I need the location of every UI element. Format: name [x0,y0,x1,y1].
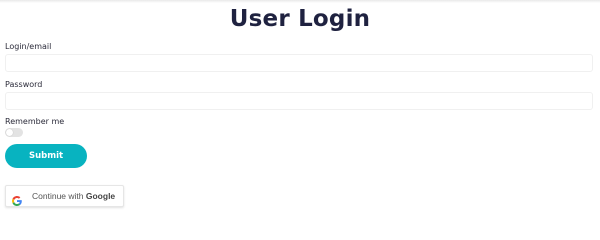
toggle-knob [6,129,13,136]
continue-with-google-button[interactable]: Continue with Google [5,185,124,207]
password-input[interactable] [5,92,593,110]
page-title: User Login [229,6,371,32]
google-button-label: Continue with Google [32,191,115,201]
login-page: User Login Login/email Password Remember… [0,0,600,225]
remember-me-toggle[interactable] [5,128,23,137]
google-button-prefix: Continue with [32,191,86,201]
top-shadow-bar [0,0,600,3]
password-label: Password [5,80,43,89]
login-email-label: Login/email [5,42,52,51]
remember-me-label: Remember me [5,117,65,126]
submit-button[interactable]: Submit [5,144,87,168]
google-g-icon [12,191,22,206]
login-email-input[interactable] [5,54,593,72]
google-brand-text: Google [85,191,116,201]
